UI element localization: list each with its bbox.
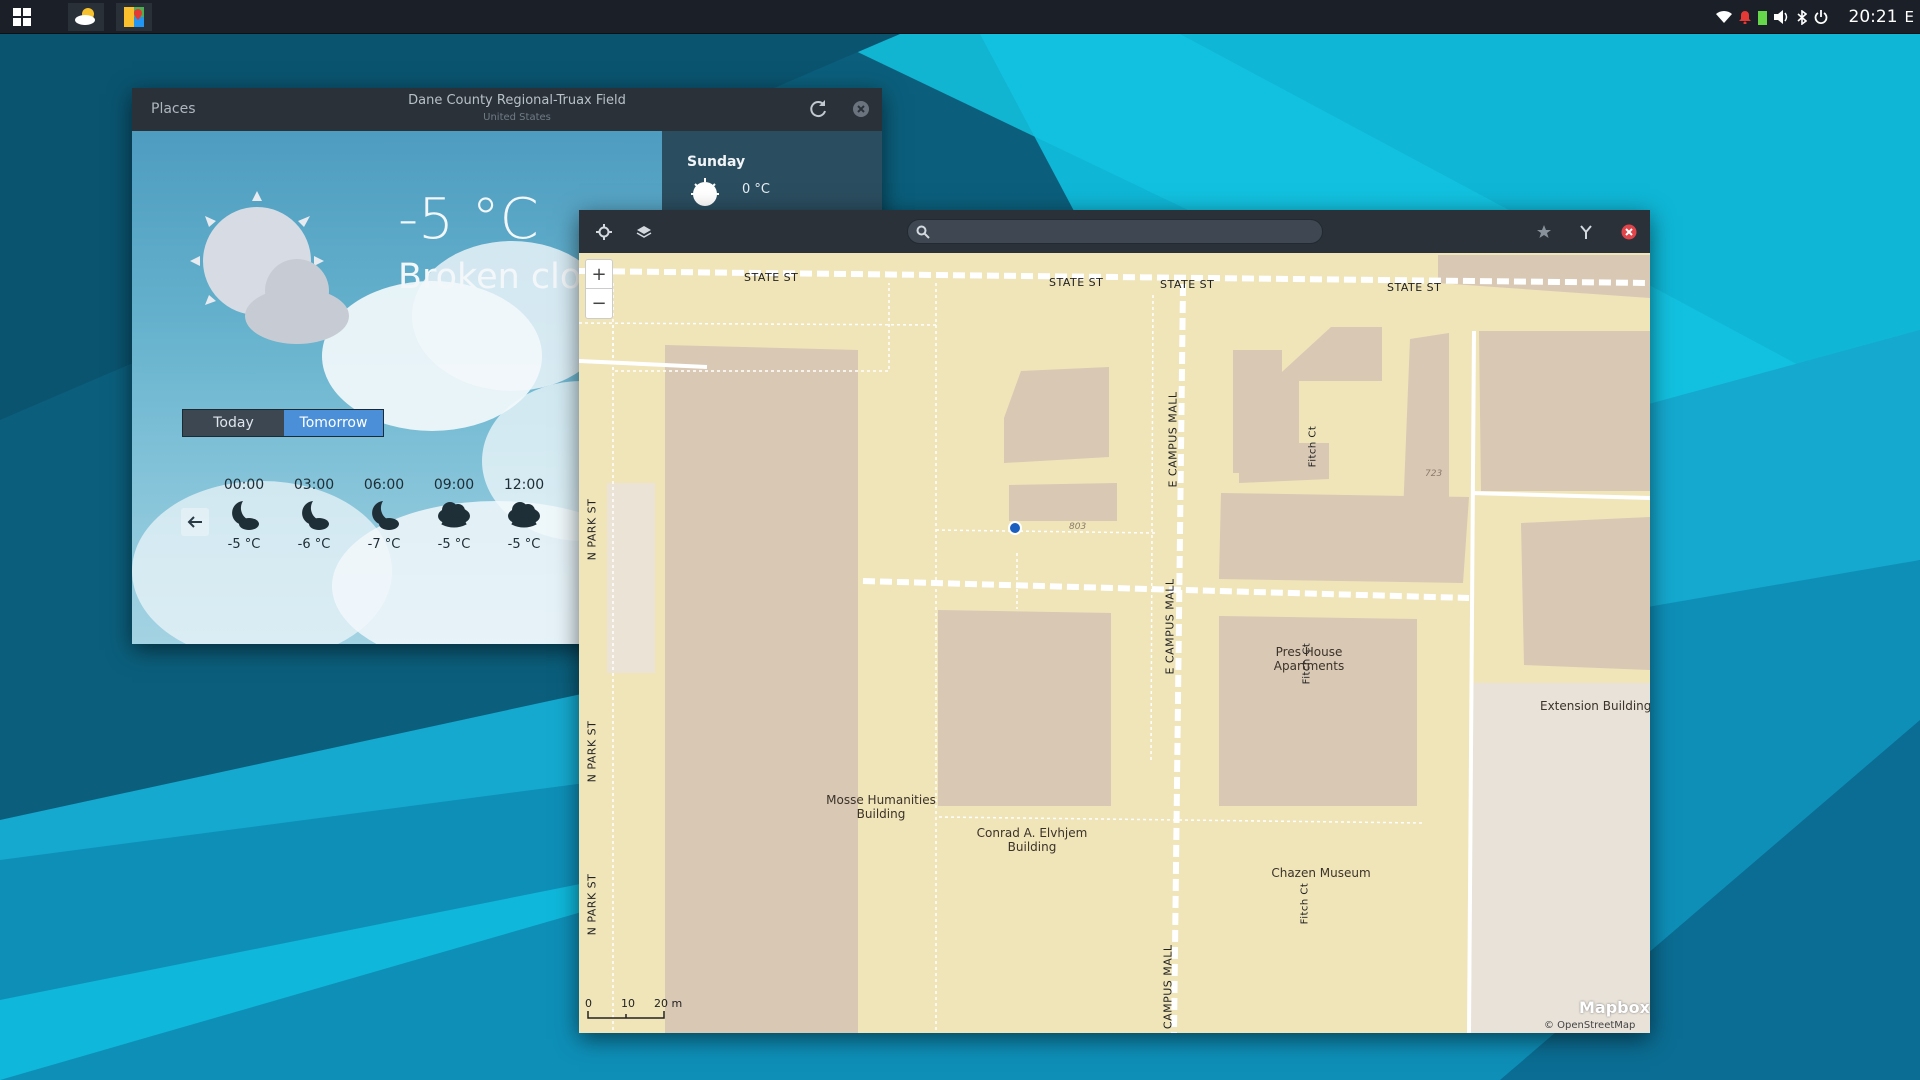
search-input[interactable] [907,219,1323,244]
weather-headerbar: Places Dane County Regional-Truax Field … [132,88,882,131]
hour-time: 03:00 [293,477,335,493]
hourly-item: 03:00 -6 °C [284,477,344,552]
house-number: 803 [1069,522,1087,532]
street-label: Fitch Ct [1299,882,1311,925]
tomorrow-button[interactable]: Tomorrow [284,410,383,436]
zoom-control: + − [585,259,613,319]
arrow-left-icon [187,516,202,528]
route-button[interactable] [1575,221,1597,243]
app-grid-icon[interactable] [4,3,40,31]
scale-label: 20 m [654,997,683,1010]
hour-temp: -6 °C [297,537,331,552]
street-label: Fitch Ct [1307,425,1319,468]
refresh-icon[interactable] [808,98,830,120]
location-marker[interactable] [1008,521,1022,535]
day-toggle: Today Tomorrow [182,409,384,437]
hourly-item: 09:00 -5 °C [424,477,484,552]
bluetooth-icon[interactable] [1796,9,1807,25]
layers-button[interactable] [633,221,655,243]
taskbar-weather-app-icon[interactable] [68,3,104,31]
street-label: STATE ST [744,271,799,284]
zoom-in-button[interactable]: + [586,260,612,289]
street-label: N PARK ST [585,720,599,783]
hourly-item: 06:00 -7 °C [354,477,414,552]
moon-cloud-icon [284,493,344,537]
top-panel: 20:21 E [0,0,1920,34]
hourly-back-button[interactable] [181,508,209,536]
street-label: E CAMPUS MALL [1166,391,1180,488]
hour-temp: -5 °C [227,537,261,552]
route-icon [1580,225,1592,239]
favorites-button[interactable] [1533,221,1555,243]
hour-time: 09:00 [433,477,475,493]
hourly-item: 00:00 -5 °C [214,477,274,552]
close-icon [1621,224,1637,240]
street-label: STATE ST [1387,281,1442,294]
hour-time: 00:00 [223,477,265,493]
layers-icon [636,226,652,238]
scale-bar: 0 10 20 m [585,997,695,1027]
current-condition: Broken clou [398,257,604,297]
forecast-day: Sunday [687,154,746,170]
location-title: Dane County Regional-Truax Field [408,93,626,108]
zoom-out-button[interactable]: − [586,289,612,318]
maps-window: STATE ST STATE ST STATE ST STATE ST E CA… [579,210,1650,1033]
street-label: E CAMPUS MALL [1163,578,1177,675]
places-button[interactable]: Places [151,101,196,117]
hour-temp: -5 °C [507,537,541,552]
hourly-item: 12:00 -5 °C [494,477,554,552]
osm-attribution[interactable]: © OpenStreetMap [1544,1020,1635,1031]
street-label: E CAMPUS MALL [1161,944,1175,1033]
wifi-icon[interactable] [1715,10,1732,24]
map-canvas [579,253,1650,1033]
close-icon[interactable] [852,100,870,118]
moon-cloud-icon [214,493,274,537]
tray-overflow-label[interactable]: E [1905,8,1914,26]
battery-icon[interactable] [1757,10,1767,25]
street-label: STATE ST [1160,278,1215,291]
house-number: 723 [1425,469,1443,479]
volume-icon[interactable] [1773,10,1790,24]
taskbar-maps-app-icon[interactable] [116,3,152,31]
hour-time: 06:00 [363,477,405,493]
scale-label: 0 [585,997,592,1010]
cloudy-icon [424,493,484,537]
map-view[interactable]: STATE ST STATE ST STATE ST STATE ST E CA… [579,253,1650,1033]
maps-headerbar [579,210,1650,253]
building-label: Extension Building [1540,699,1650,713]
hour-temp: -7 °C [367,537,401,552]
sun-cloud-icon [190,191,349,344]
close-button[interactable] [1618,221,1640,243]
cloudy-icon [494,493,554,537]
building-label: Pres House Apartments [1273,645,1345,673]
power-icon[interactable] [1814,10,1828,24]
moon-cloud-icon [354,493,414,537]
system-tray: 20:21 E [1715,0,1920,34]
scale-label: 10 [621,997,635,1010]
search-icon [916,225,930,239]
sun-cloud-icon [691,178,719,206]
scale-line [587,1011,665,1019]
current-temperature: -5 °C [398,187,539,252]
notification-bell-icon[interactable] [1738,10,1751,24]
clock[interactable]: 20:21 [1849,7,1898,27]
locate-me-button[interactable] [593,221,615,243]
building-label: Mosse Humanities Building [826,793,936,821]
location-subtitle: United States [483,112,551,123]
hour-temp: -5 °C [437,537,471,552]
mapbox-logo[interactable]: Mapbox [1579,998,1650,1017]
street-label: N PARK ST [585,498,599,561]
street-label: STATE ST [1049,276,1104,289]
star-icon [1537,225,1551,238]
street-label: N PARK ST [585,873,599,936]
crosshair-icon [596,224,612,240]
hour-time: 12:00 [503,477,545,493]
building-label: Chazen Museum [1271,866,1371,880]
today-button[interactable]: Today [183,410,284,436]
forecast-day-temp: 0 °C [742,182,770,197]
building-label: Conrad A. Elvhjem Building [976,826,1088,854]
